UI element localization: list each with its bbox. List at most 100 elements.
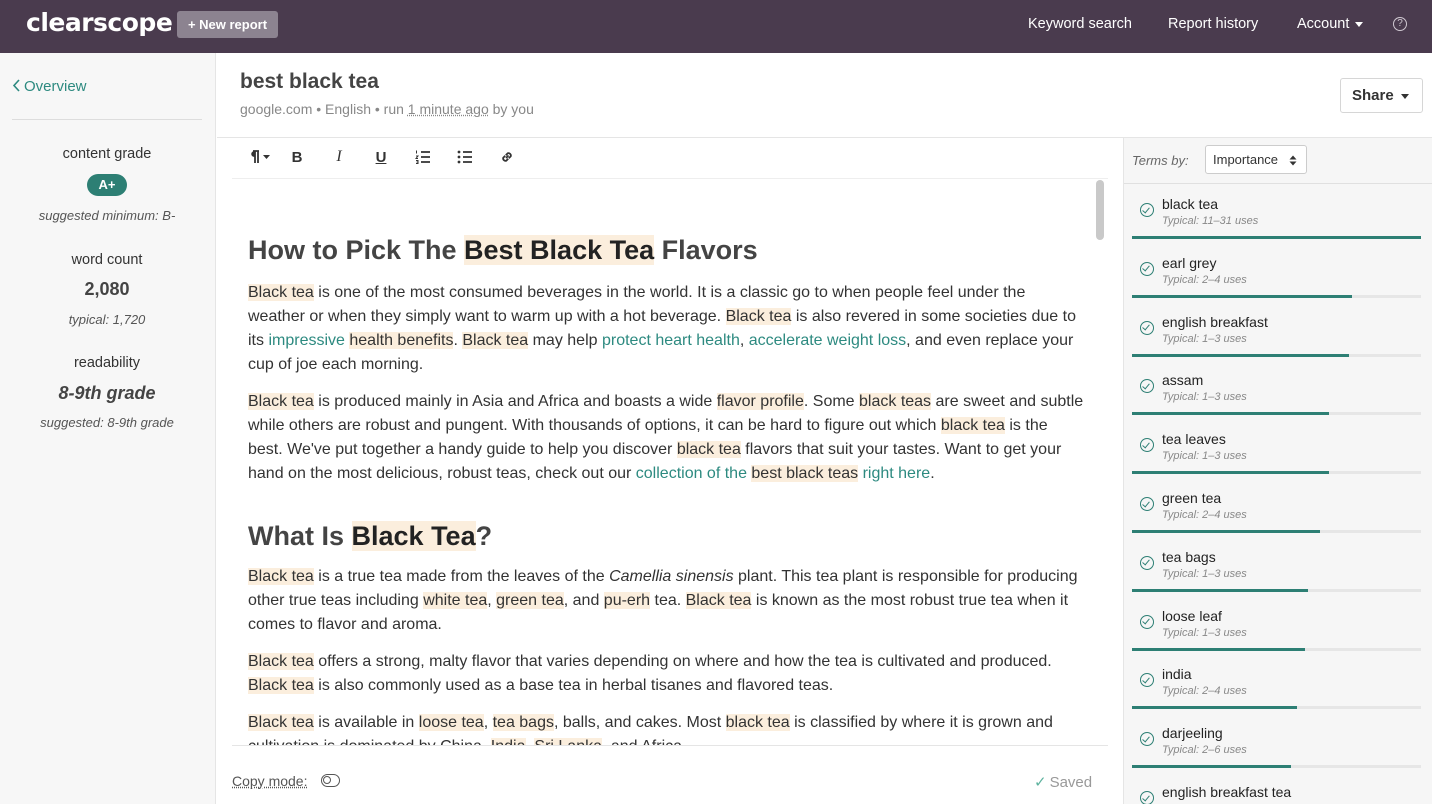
readability-value: 8-9th grade: [58, 383, 156, 403]
inline-link[interactable]: right here: [858, 465, 931, 482]
heading-what-is-black-tea: What Is Black Tea?: [248, 519, 1084, 553]
keyword-highlight: black tea: [940, 417, 1005, 434]
ordered-list-button[interactable]: [411, 143, 435, 171]
term-progress-fill: [1132, 530, 1320, 533]
term-item[interactable]: tea bags Typical: 1–3 uses: [1132, 543, 1422, 602]
underline-button[interactable]: U: [369, 143, 393, 171]
copy-mode-toggle[interactable]: [321, 774, 340, 787]
ordered-list-icon: [415, 150, 430, 164]
paragraph: Black tea is available in loose tea, tea…: [248, 711, 1084, 745]
check-circle-icon: [1140, 203, 1154, 217]
link-button[interactable]: [495, 143, 519, 171]
term-item[interactable]: english breakfast teaTypical: 1–2 uses: [1132, 778, 1422, 804]
new-report-button[interactable]: + New report: [177, 11, 278, 38]
term-typical-usage: Typical: 2–4 uses: [1162, 509, 1247, 521]
keyword-highlight: Black tea: [685, 592, 752, 609]
term-item[interactable]: english breakfast Typical: 1–3 uses: [1132, 308, 1422, 367]
text-run: .: [453, 332, 463, 349]
italic-text: Camellia sinensis: [609, 568, 734, 585]
term-typical-usage: Typical: 1–3 uses: [1162, 626, 1247, 639]
text-run: may help: [528, 332, 602, 349]
term-item[interactable]: earl grey Typical: 2–4 uses: [1132, 249, 1422, 308]
term-name: black tea: [1162, 196, 1219, 212]
keyword-highlight: health benefits: [349, 332, 454, 349]
bullet-list-button[interactable]: [453, 143, 477, 171]
sidebar-divider: [12, 119, 202, 120]
term-item[interactable]: assam Typical: 1–3 uses: [1132, 366, 1422, 425]
check-circle-icon: [1140, 497, 1154, 511]
keyword-highlight: black teas: [859, 393, 932, 410]
account-menu[interactable]: Account: [1297, 16, 1364, 32]
keyword-highlight: flavor profile: [716, 393, 804, 410]
heading-text: Flavors: [654, 235, 758, 265]
term-name: loose leaf: [1162, 607, 1222, 624]
report-meta-prefix: google.com • English • run: [240, 101, 408, 117]
content-grade-label: content grade: [62, 146, 152, 162]
term-progress-track: [1132, 236, 1421, 239]
clearscope-logo[interactable]: clearscope: [26, 8, 173, 37]
report-history-link[interactable]: Report history: [1168, 16, 1258, 32]
terms-panel: Terms by: Importance black tea Typical: 1…: [1123, 138, 1432, 804]
report-run-time[interactable]: 1 minute ago: [408, 101, 489, 117]
term-item[interactable]: black tea Typical: 11–31 uses: [1132, 190, 1422, 249]
content-grade-suggestion: suggested minimum: B-: [38, 208, 176, 223]
term-typical-usage: Typical: 11–31 uses: [1162, 215, 1259, 227]
editor-scrollbar[interactable]: [1096, 180, 1104, 240]
term-name: tea leaves: [1162, 431, 1226, 448]
term-typical-usage: Typical: 2–4 uses: [1162, 685, 1247, 698]
text-run: .: [930, 465, 935, 482]
inline-link[interactable]: impressive: [268, 332, 344, 349]
inline-link[interactable]: collection of the: [636, 465, 752, 482]
keyword-search-link[interactable]: Keyword search: [1028, 16, 1132, 32]
term-progress-fill: [1132, 294, 1352, 298]
term-item[interactable]: india Typical: 2–4 uses: [1132, 660, 1422, 719]
term-name: earl grey: [1162, 254, 1217, 271]
share-button[interactable]: Share: [1340, 78, 1423, 113]
top-navigation-bar: clearscope + New report Keyword search R…: [0, 0, 1432, 53]
readability-label: readability: [73, 355, 141, 371]
keyword-highlight: pu-erh: [603, 592, 651, 609]
text-run: offers a strong, malty flavor that varie…: [313, 653, 1052, 670]
term-progress-fill: [1132, 588, 1308, 592]
link-icon: [502, 152, 512, 162]
term-typical-usage: Typical: 2–4 uses: [1162, 273, 1247, 286]
term-item[interactable]: darjeeling Typical: 2–6 uses: [1132, 719, 1422, 778]
term-item[interactable]: loose leaf Typical: 1–3 uses: [1132, 602, 1422, 661]
keyword-highlight: black tea: [725, 714, 790, 731]
term-item[interactable]: green tea Typical: 2–4 uses: [1132, 484, 1422, 543]
save-status: ✓ Saved: [1034, 773, 1092, 791]
bold-button[interactable]: B: [285, 143, 309, 171]
paragraph-icon: [251, 150, 270, 163]
heading-text: ?: [475, 521, 493, 551]
term-typical-usage: Typical: 2–6 uses: [1162, 744, 1247, 757]
inline-link[interactable]: accelerate weight loss: [749, 332, 906, 349]
check-circle-icon: [1140, 261, 1154, 276]
word-count-label: word count: [71, 252, 143, 268]
text-run: . Some: [803, 393, 860, 410]
keyword-highlight: Black tea: [248, 568, 314, 585]
word-count-typical: typical: 1,720: [68, 312, 146, 327]
term-item[interactable]: tea leaves Typical: 1–3 uses: [1132, 425, 1422, 484]
term-name: assam: [1162, 372, 1204, 389]
help-icon[interactable]: ?: [1393, 17, 1407, 31]
terms-sort-select[interactable]: Importance: [1205, 145, 1307, 174]
keyword-highlight: Sri Lanka: [534, 738, 602, 745]
terms-sort-value: Importance: [1213, 152, 1279, 167]
paragraph: Black tea is a true tea made from the le…: [248, 565, 1084, 637]
term-progress-track: [1132, 588, 1421, 592]
overview-link[interactable]: Overview: [12, 78, 87, 95]
metrics-sidebar: Overview content grade A+ suggested mini…: [0, 53, 216, 804]
keyword-highlight: black tea: [676, 441, 741, 458]
italic-button[interactable]: I: [327, 143, 351, 171]
keyword-highlight: Black tea: [248, 284, 314, 301]
heading-text: How to Pick The: [248, 235, 465, 265]
inline-link[interactable]: protect heart health: [602, 332, 740, 349]
check-circle-icon: [1140, 614, 1154, 629]
paragraph-format-button[interactable]: [246, 143, 272, 171]
term-name: tea bags: [1162, 548, 1216, 565]
check-circle-icon: [1140, 791, 1154, 804]
text-run: is available in: [313, 714, 419, 731]
account-label: Account: [1297, 16, 1350, 32]
term-progress-track: [1132, 765, 1421, 769]
content-editor[interactable]: How to Pick The Best Black Tea Flavors B…: [232, 178, 1108, 746]
